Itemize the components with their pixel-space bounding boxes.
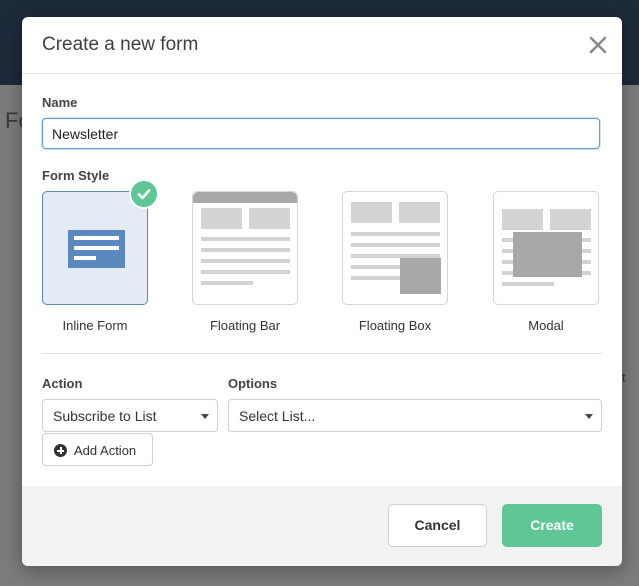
form-style-label-modal: Modal (528, 318, 564, 333)
create-button[interactable]: Create (502, 504, 602, 547)
options-select[interactable]: Select List... (228, 399, 602, 432)
form-style-option-floating-box[interactable] (342, 191, 448, 305)
options-select-value: Select List... (239, 408, 316, 424)
form-name-input[interactable] (42, 118, 600, 149)
action-select-value: Subscribe to List (53, 408, 157, 424)
section-divider (42, 353, 602, 354)
form-style-option-modal[interactable] (493, 191, 599, 305)
modal-title: Create a new form (42, 34, 199, 55)
cancel-button[interactable]: Cancel (388, 504, 487, 547)
options-label: Options (228, 376, 278, 391)
floating-box-icon (351, 202, 441, 294)
form-style-label-floating-bar: Floating Bar (209, 318, 281, 333)
floating-bar-icon (193, 192, 297, 285)
close-button[interactable] (585, 32, 611, 58)
plus-circle-icon (54, 444, 67, 457)
selected-check-icon (129, 179, 159, 209)
name-label: Name (42, 95, 78, 110)
action-label: Action (42, 376, 83, 391)
action-select[interactable]: Subscribe to List (42, 399, 218, 432)
close-icon (589, 36, 607, 54)
add-action-label: Add Action (74, 443, 137, 458)
modal-header: Create a new form (22, 17, 622, 74)
add-action-button[interactable]: Add Action (42, 433, 153, 466)
inline-form-icon (68, 230, 125, 268)
form-style-option-inline[interactable] (42, 191, 148, 305)
form-style-label-floating-box: Floating Box (358, 318, 432, 333)
form-style-label: Form Style (42, 168, 110, 183)
background-partial-text: t (622, 370, 626, 385)
modal-icon (502, 209, 591, 286)
create-form-modal: Create a new form Name Form Style Inline… (22, 17, 622, 566)
form-style-option-floating-bar[interactable] (192, 191, 298, 305)
chevron-down-icon (585, 414, 593, 419)
form-style-label-inline: Inline Form (62, 318, 128, 333)
chevron-down-icon (201, 414, 209, 419)
